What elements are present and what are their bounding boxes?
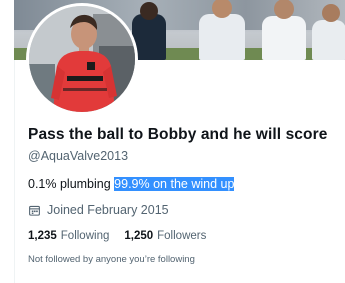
banner-figure (262, 16, 306, 60)
followers-count: 1,250 (124, 230, 154, 242)
profile-header: Pass the ball to Bobby and he will score… (0, 0, 345, 283)
banner-figure-head (322, 4, 340, 22)
avatar-photo (29, 6, 135, 112)
banner-figure (199, 14, 245, 60)
banner-figure-head (274, 0, 294, 19)
bio-selected-text[interactable]: 99.9% on the wind up (114, 177, 235, 191)
banner-figure-head (140, 2, 158, 20)
following-count: 1,235 (28, 230, 57, 242)
profile-handle: @AquaValve2013 (28, 149, 129, 163)
profile-bio: 0.1% plumbing 99.9% on the wind up (28, 177, 235, 191)
followers-you-know: Not followed by anyone you’re following (28, 254, 195, 265)
avatar[interactable] (29, 6, 135, 112)
following-link[interactable]: 1,235 Following (28, 230, 109, 242)
display-name: Pass the ball to Bobby and he will score (28, 126, 328, 143)
column-border (14, 60, 15, 283)
bio-text: 0.1% plumbing (28, 177, 115, 191)
follow-stats: 1,235 Following 1,250 Followers (28, 230, 221, 242)
followers-label: Followers (157, 230, 207, 242)
following-label: Following (60, 230, 110, 242)
calendar-icon (29, 205, 40, 216)
followers-link[interactable]: 1,250 Followers (124, 230, 206, 242)
joined-text: Joined February 2015 (47, 203, 169, 217)
joined-date: Joined February 2015 (28, 202, 169, 218)
banner-figure (312, 20, 345, 60)
